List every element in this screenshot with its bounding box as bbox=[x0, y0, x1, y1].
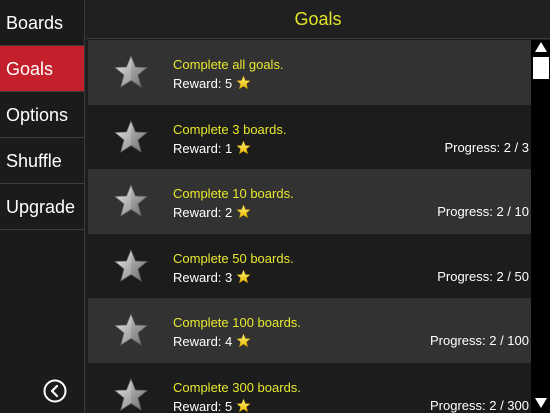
sidebar-item-upgrade[interactable]: Upgrade bbox=[0, 184, 84, 230]
scrollbar-thumb[interactable] bbox=[533, 57, 549, 79]
goal-row: Complete 3 boards. Reward: 1 Progress: 2… bbox=[88, 104, 531, 169]
gold-star-icon bbox=[236, 269, 251, 284]
goal-progress: Progress: 2 / 100 bbox=[430, 333, 529, 348]
sidebar: Boards Goals Options Shuffle Upgrade bbox=[0, 0, 85, 413]
goal-reward: Reward: 3 bbox=[173, 269, 251, 285]
page-title: Goals bbox=[86, 0, 550, 39]
sidebar-item-options[interactable]: Options bbox=[0, 92, 84, 138]
silver-star-icon bbox=[113, 119, 149, 155]
goal-progress: Progress: 2 / 3 bbox=[444, 139, 529, 155]
goal-reward-label: Reward: 5 bbox=[173, 398, 233, 413]
gold-star-icon bbox=[236, 333, 251, 348]
goal-title: Complete 50 boards. bbox=[173, 250, 294, 266]
silver-star-icon bbox=[113, 248, 149, 284]
sidebar-item-goals[interactable]: Goals bbox=[0, 46, 84, 92]
goal-progress: Progress: 2 / 50 bbox=[437, 268, 529, 284]
scroll-down-arrow-icon[interactable] bbox=[535, 398, 547, 408]
goal-progress: Progress: 2 / 10 bbox=[437, 204, 529, 219]
goals-list: Complete all goals. Reward: 5 Complete 3… bbox=[88, 40, 531, 413]
silver-star-icon bbox=[113, 54, 149, 90]
goal-reward: Reward: 1 bbox=[173, 140, 251, 156]
silver-star-icon bbox=[113, 183, 149, 219]
silver-star-icon bbox=[113, 377, 149, 413]
goal-progress: Progress: 2 / 300 bbox=[430, 397, 529, 413]
goal-reward: Reward: 5 bbox=[173, 398, 251, 413]
silver-star-icon bbox=[113, 312, 149, 348]
goal-reward-label: Reward: 5 bbox=[173, 76, 233, 91]
goal-reward-label: Reward: 3 bbox=[173, 269, 233, 285]
goal-row: Complete 50 boards. Reward: 3 Progress: … bbox=[88, 233, 531, 298]
goal-title: Complete 300 boards. bbox=[173, 379, 301, 395]
goal-reward: Reward: 2 bbox=[173, 204, 251, 220]
gold-star-icon bbox=[236, 204, 251, 219]
scrollbar[interactable] bbox=[531, 40, 550, 413]
goal-row: Complete all goals. Reward: 5 bbox=[88, 40, 531, 105]
sidebar-item-shuffle[interactable]: Shuffle bbox=[0, 138, 84, 184]
sidebar-item-boards[interactable]: Boards bbox=[0, 0, 84, 46]
gold-star-icon bbox=[236, 398, 251, 413]
gold-star-icon bbox=[236, 140, 251, 155]
goal-title: Complete all goals. bbox=[173, 57, 284, 72]
goal-reward-label: Reward: 2 bbox=[173, 205, 233, 220]
goal-row: Complete 300 boards. Reward: 5 Progress:… bbox=[88, 362, 531, 413]
goal-reward: Reward: 4 bbox=[173, 333, 251, 349]
goal-row: Complete 100 boards. Reward: 4 Progress:… bbox=[88, 298, 531, 363]
circle-chevron-left-icon[interactable] bbox=[43, 379, 67, 403]
goal-reward-label: Reward: 1 bbox=[173, 140, 233, 156]
gold-star-icon bbox=[236, 75, 251, 90]
goal-reward: Reward: 5 bbox=[173, 75, 251, 91]
scroll-up-arrow-icon[interactable] bbox=[535, 42, 547, 52]
goal-title: Complete 3 boards. bbox=[173, 121, 287, 137]
goal-reward-label: Reward: 4 bbox=[173, 334, 233, 349]
goal-title: Complete 100 boards. bbox=[173, 315, 301, 330]
goal-title: Complete 10 boards. bbox=[173, 186, 294, 201]
goal-row: Complete 10 boards. Reward: 2 Progress: … bbox=[88, 169, 531, 234]
